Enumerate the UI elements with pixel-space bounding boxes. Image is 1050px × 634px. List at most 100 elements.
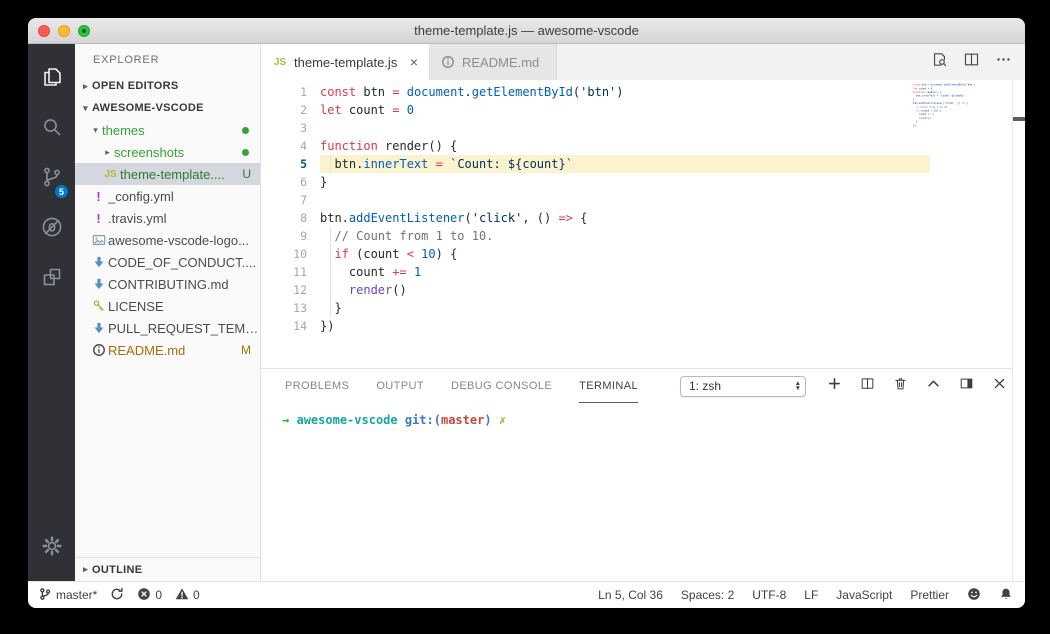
tree-item-themes[interactable]: ▾ themes (75, 119, 260, 141)
code-text: count += 1 (320, 263, 930, 281)
code-line-1[interactable]: 1 const btn = document.getElementById('bt… (261, 83, 1012, 101)
tree-item-screenshots[interactable]: ▸ screenshots (75, 141, 260, 163)
tree-item-pull-request-temp[interactable]: PULL_REQUEST_TEMP... (75, 317, 260, 339)
kill-terminal-button[interactable] (893, 376, 908, 396)
code-line-13[interactable]: 13 } (261, 299, 1012, 317)
code-line-4[interactable]: 4 function render() { (261, 137, 1012, 155)
line-number: 10 (293, 247, 307, 261)
split-editor-button[interactable] (963, 51, 980, 73)
debug-icon (40, 215, 64, 244)
status-warnings[interactable]: 0 (175, 587, 200, 604)
tree-item-code-of-conduct[interactable]: CODE_OF_CONDUCT.... (75, 251, 260, 273)
status-feedback[interactable] (967, 587, 981, 604)
status-indentation[interactable]: Spaces: 2 (681, 588, 734, 602)
gutter-gap (307, 173, 320, 191)
close-panel-button[interactable] (992, 376, 1007, 396)
split-terminal-button[interactable] (860, 376, 875, 396)
panel-header: PROBLEMS OUTPUT DEBUG CONSOLE TERMINAL 1: zs… (261, 369, 1025, 403)
line-number: 1 (300, 85, 307, 99)
line-number: 11 (293, 265, 307, 279)
gutter-gap (307, 119, 320, 137)
code-line-8[interactable]: 8 btn.addEventListener('click', () => { (261, 209, 1012, 227)
status-formatter[interactable]: Prettier (910, 588, 949, 602)
status-notifications[interactable] (999, 587, 1013, 604)
status-encoding[interactable]: UTF-8 (752, 588, 786, 602)
code-text: btn.innerText = `Count: ${count}` (320, 155, 930, 173)
tree-item-theme-template[interactable]: JS theme-template.... U (75, 163, 260, 185)
outline-section[interactable]: ▸ OUTLINE (75, 557, 260, 581)
code-line-14[interactable]: 14}) (261, 317, 1012, 335)
move-panel-button[interactable] (959, 376, 974, 396)
activity-settings[interactable] (28, 523, 75, 573)
git-status-badge: U (242, 167, 251, 181)
chevron-down-icon: ▾ (93, 124, 98, 135)
more-actions-button[interactable] (995, 51, 1012, 73)
scrollbar-track[interactable] (1012, 80, 1025, 581)
minimize-window-button[interactable] (58, 25, 70, 37)
tree-item-readme-md[interactable]: README.md M (75, 339, 260, 361)
info-icon (89, 343, 108, 357)
scrollbar-thumb[interactable] (1013, 117, 1025, 121)
close-tab-icon[interactable]: × (410, 54, 418, 70)
status-cursor-position[interactable]: Ln 5, Col 36 (598, 588, 663, 602)
status-label: JavaScript (836, 588, 893, 602)
tree-item-license[interactable]: LICENSE (75, 295, 260, 317)
activity-debug[interactable] (28, 204, 75, 254)
tree-item-config-yml[interactable]: ! _config.yml (75, 185, 260, 207)
file-label: _config.yml (108, 188, 174, 204)
code-text: function render() { (320, 139, 458, 153)
tree-item-travis-yml[interactable]: ! .travis.yml (75, 207, 260, 229)
zoom-window-button[interactable] (78, 25, 90, 37)
terminal-picker-select[interactable]: 1: zsh ▲ ▼ (680, 375, 806, 397)
code-line-10[interactable]: 10 if (count < 10) { (261, 245, 1012, 263)
status-language-mode[interactable]: JavaScript (836, 588, 892, 602)
status-git-branch[interactable]: master* (38, 587, 97, 604)
editor-area: JS theme-template.js × README.md 1 const btn… (261, 44, 1025, 581)
close-window-button[interactable] (38, 25, 50, 37)
title-bar[interactable]: theme-template.js — awesome-vscode (28, 18, 1025, 44)
new-terminal-button[interactable] (827, 376, 842, 396)
panel-tab-terminal[interactable]: TERMINAL (579, 369, 638, 403)
branch-icon (38, 587, 52, 604)
tree-section-awesome-vscode[interactable]: ▾ AWESOME-VSCODE (75, 97, 260, 119)
status-eol[interactable]: LF (804, 588, 818, 602)
code-line-6[interactable]: 6} (261, 173, 1012, 191)
files-icon (40, 65, 64, 94)
exclaim-icon: ! (96, 188, 101, 204)
code-line-11[interactable]: 11 count += 1 (261, 263, 1012, 281)
tree-item-awesome-vscode-logo[interactable]: awesome-vscode-logo... (75, 229, 260, 251)
tab-theme-template-js[interactable]: JS theme-template.js × (261, 44, 429, 80)
status-errors[interactable]: 0 (137, 587, 162, 604)
panel-tab-debug-console[interactable]: DEBUG CONSOLE (451, 369, 552, 403)
code-line-7[interactable]: 7 (261, 191, 1012, 209)
activity-bar: 5 (28, 44, 75, 581)
activity-extensions[interactable] (28, 254, 75, 304)
terminal[interactable]: → awesome-vscode git:(master) ✗ (261, 403, 1025, 581)
status-sync[interactable] (110, 587, 124, 604)
code-text: btn.addEventListener('click', () => { (320, 211, 588, 225)
tab-readme-md[interactable]: README.md (429, 44, 557, 80)
code-line-9[interactable]: 9 // Count from 1 to 10. (261, 227, 1012, 245)
code-editor[interactable]: 1 const btn = document.getElementById('bt… (261, 80, 1012, 368)
activity-search[interactable] (28, 104, 75, 154)
tree-section-open-editors[interactable]: ▸ OPEN EDITORS (75, 75, 260, 97)
panel-right-icon (959, 378, 974, 395)
key-icon (89, 299, 108, 313)
activity-source-control[interactable]: 5 (28, 154, 75, 204)
panel-tab-problems[interactable]: PROBLEMS (285, 369, 349, 403)
chevron-up-icon (926, 378, 941, 395)
panel-tab-output[interactable]: OUTPUT (376, 369, 424, 403)
activity-explorer[interactable] (28, 54, 75, 104)
maximize-panel-button[interactable] (926, 376, 941, 396)
tree-item-contributing-md[interactable]: CONTRIBUTING.md (75, 273, 260, 295)
search-in-file-button[interactable] (931, 51, 948, 73)
code-line-2[interactable]: 2 let count = 0 (261, 101, 1012, 119)
editor-tabs-bar: JS theme-template.js × README.md (261, 44, 1025, 80)
code-line-3[interactable]: 3 (261, 119, 1012, 137)
status-label: 0 (193, 588, 200, 602)
code-line-5[interactable]: 5 btn.innerText = `Count: ${count}` (261, 155, 1012, 173)
minimap[interactable]: const btn = document.getElementById('btn… (913, 83, 979, 147)
error-icon (137, 587, 151, 604)
code-line-12[interactable]: 12 render() (261, 281, 1012, 299)
bottom-panel: PROBLEMS OUTPUT DEBUG CONSOLE TERMINAL 1: zs… (261, 368, 1025, 581)
